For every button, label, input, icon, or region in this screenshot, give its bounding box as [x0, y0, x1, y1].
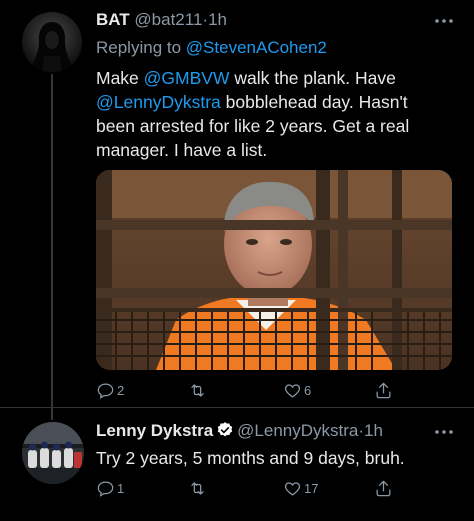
replying-to-mention[interactable]: @StevenACohen2: [186, 38, 327, 57]
reply-icon: [97, 481, 114, 497]
timestamp[interactable]: 1h: [208, 10, 227, 29]
replying-to: Replying to @StevenACohen2: [96, 38, 327, 58]
handle[interactable]: @LennyDykstra: [237, 421, 358, 440]
display-name[interactable]: BAT: [96, 10, 130, 29]
reply-button[interactable]: 1: [96, 478, 124, 498]
share-button[interactable]: [374, 478, 393, 498]
avatar[interactable]: [22, 422, 84, 484]
retweet-button[interactable]: [188, 380, 209, 400]
thread-line: [51, 408, 53, 420]
tweet-actions: 1 17: [96, 478, 456, 498]
tweet-header: BAT @bat211·1h: [96, 10, 227, 30]
heart-icon: [284, 481, 301, 496]
hooded-figure-avatar-icon: [22, 12, 82, 72]
tweet-actions: 2 6: [96, 380, 456, 400]
handle[interactable]: @bat211: [134, 10, 202, 29]
more-options-button[interactable]: [434, 8, 454, 29]
thread-line: [51, 74, 53, 408]
tweet-text-line: manager. I have a list.: [96, 140, 268, 160]
reply-button[interactable]: 2: [96, 380, 124, 400]
tweet-text-line: been arrested for like 2 years. Get a re…: [96, 116, 410, 136]
courtroom-photo: [96, 170, 452, 370]
like-count: 17: [304, 480, 319, 496]
like-button[interactable]: 17: [283, 478, 318, 498]
baseball-team-photo-avatar-icon: [22, 422, 84, 484]
replying-label: Replying to: [96, 38, 182, 57]
reply-icon: [97, 383, 114, 399]
tweet-divider: [0, 407, 474, 408]
mention-link[interactable]: @GMBVW: [144, 68, 230, 88]
tweet-text: Make @GMBVW walk the plank. Have @LennyD…: [96, 66, 456, 162]
share-button[interactable]: [374, 380, 393, 400]
reply-count: 2: [117, 382, 125, 398]
like-button[interactable]: 6: [283, 380, 311, 400]
ellipsis-icon: [435, 19, 453, 23]
heart-icon: [284, 383, 301, 398]
tweet-text: Try 2 years, 5 months and 9 days, bruh.: [96, 448, 405, 468]
mention-link[interactable]: @LennyDykstra: [96, 92, 221, 112]
tweet-bat[interactable]: BAT @bat211·1h Replying to @StevenACohen…: [0, 0, 474, 408]
tweet-photo[interactable]: [96, 170, 452, 370]
verified-badge-icon: [217, 422, 233, 437]
tweet-text-line: @LennyDykstra bobblehead day. Hasn't: [96, 92, 408, 112]
retweet-button[interactable]: [188, 478, 209, 498]
like-count: 6: [304, 382, 312, 398]
ellipsis-icon: [435, 430, 453, 434]
share-icon: [376, 480, 391, 496]
tweet-text-line: Make @GMBVW walk the plank. Have: [96, 68, 396, 88]
display-name[interactable]: Lenny Dykstra: [96, 421, 213, 440]
tweet-header: Lenny Dykstra @LennyDykstra·1h: [96, 421, 383, 441]
retweet-icon: [191, 481, 204, 495]
timestamp[interactable]: 1h: [364, 421, 383, 440]
retweet-icon: [191, 383, 204, 397]
share-icon: [376, 382, 391, 398]
more-options-button[interactable]: [434, 419, 454, 440]
avatar[interactable]: [22, 12, 82, 72]
reply-count: 1: [117, 480, 125, 496]
